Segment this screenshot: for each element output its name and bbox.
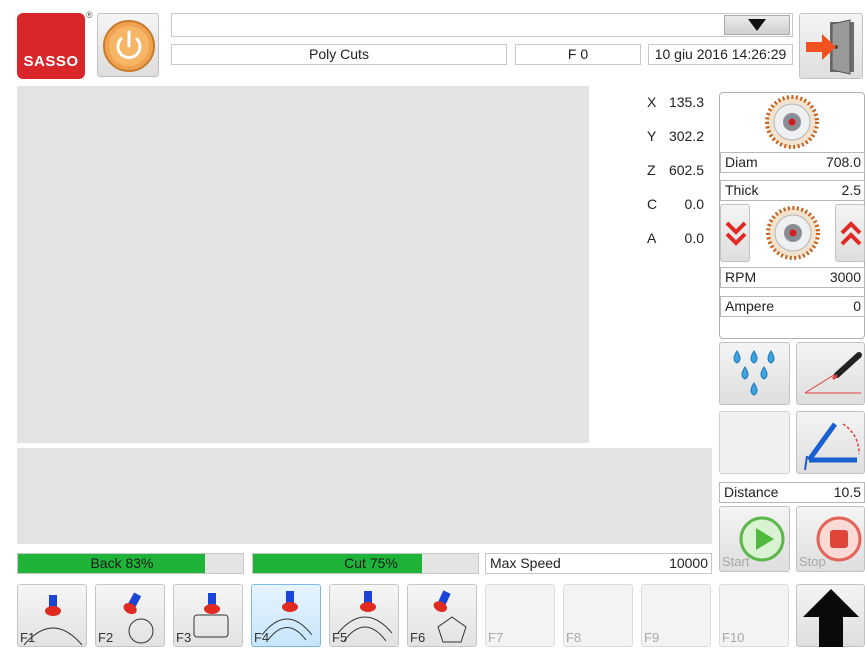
rpm-value: 3000 [829,269,861,285]
function-key-f8[interactable]: F8 [563,584,633,647]
ampere-value: 0 [853,298,861,314]
diam-label: Diam [725,154,758,170]
axis-z-label: Z [647,162,656,178]
thick-row: Thick 2.5 [720,180,865,201]
function-key-f1[interactable]: F1 [17,584,87,647]
function-key-label: F7 [488,630,504,645]
max-speed-label: Max Speed [490,555,561,571]
cut-progress-bar: Cut 75% [252,553,479,574]
axis-x-label: X [647,94,657,110]
axis-x-value: 135.3 [668,94,704,110]
rpm-decrease-button[interactable] [720,204,750,262]
power-icon [103,20,155,72]
stop-label: Stop [799,554,826,569]
thick-label: Thick [725,182,759,198]
dropdown-button[interactable] [724,15,790,35]
function-key-f4[interactable]: F4 [251,584,321,647]
axis-c-value: 0.0 [684,196,704,212]
cut-progress-label: Cut 75% [344,555,398,571]
logo-text: SASSO [23,53,79,70]
rpm-increase-button[interactable] [835,204,865,262]
function-key-f10[interactable]: F10 [719,584,789,647]
datetime-value: 10 giu 2016 14:26:29 [654,46,787,62]
axis-a-label: A [647,230,657,246]
registered-mark: ® [86,10,93,20]
function-key-f9[interactable]: F9 [641,584,711,647]
ampere-row: Ampere 0 [720,296,865,317]
function-key-label: F5 [332,630,348,645]
max-speed-value: 10000 [669,555,708,571]
drawing-canvas[interactable] [17,86,589,443]
axis-c-label: C [647,196,658,212]
function-key-label: F6 [410,630,426,645]
start-label: Start [722,554,750,569]
water-button[interactable] [719,342,790,405]
function-key-label: F8 [566,630,582,645]
function-key-f5[interactable]: F5 [329,584,399,647]
chevron-down-icon [748,19,766,31]
axis-z-value: 602.5 [668,162,704,178]
function-key-label: F10 [722,630,745,645]
water-drops-icon [733,350,775,396]
max-speed-field: Max Speed 10000 [485,553,712,574]
function-key-label: F1 [20,630,36,645]
chevron-double-down-icon [725,221,747,246]
angle-measure-icon [804,422,860,471]
rpm-label: RPM [725,269,757,285]
axis-y-label: Y [647,128,657,144]
laser-pen-icon [804,352,862,394]
laser-button[interactable] [796,342,865,405]
program-name: Poly Cuts [309,46,369,62]
program-name-field: Poly Cuts [171,44,507,65]
function-key-label: F3 [176,630,192,645]
program-select[interactable] [171,13,793,37]
diam-row: Diam 708.0 [720,152,865,173]
rpm-row: RPM 3000 [720,267,865,288]
exit-button[interactable] [799,13,863,79]
function-key-label: F2 [98,630,114,645]
function-key-label: F9 [644,630,660,645]
exit-door-icon [806,19,854,75]
ampere-label: Ampere [725,298,775,314]
chevron-double-up-icon [840,221,862,246]
function-key-f7[interactable]: F7 [485,584,555,647]
start-button[interactable]: Start [719,506,790,572]
back-progress-label: Back 83% [90,555,154,571]
sasso-logo: SASSO [17,13,85,79]
function-key-label: F4 [254,630,270,645]
angle-button[interactable] [796,411,865,474]
arrow-up-icon [803,589,859,647]
datetime-field: 10 giu 2016 14:26:29 [648,44,793,65]
distance-label: Distance [724,484,779,500]
diam-value: 708.0 [825,154,861,170]
thick-value: 2.5 [841,182,861,198]
feed-value: F 0 [567,46,589,62]
function-key-f2[interactable]: F2 [95,584,165,647]
stop-button[interactable]: Stop [796,506,865,572]
empty-tool-slot [719,411,790,474]
message-panel [17,448,712,544]
function-key-f6[interactable]: F6 [407,584,477,647]
feed-field: F 0 [515,44,641,65]
axis-y-value: 302.2 [668,128,704,144]
function-key-f3[interactable]: F3 [173,584,243,647]
blade-icon [765,95,819,149]
back-progress-bar: Back 83% [17,553,244,574]
up-arrow-button[interactable] [796,584,865,647]
distance-row: Distance 10.5 [719,482,865,503]
power-button[interactable] [97,13,159,77]
axis-a-value: 0.0 [684,230,704,246]
spindle-icon [766,206,820,260]
distance-value: 10.5 [833,484,861,500]
